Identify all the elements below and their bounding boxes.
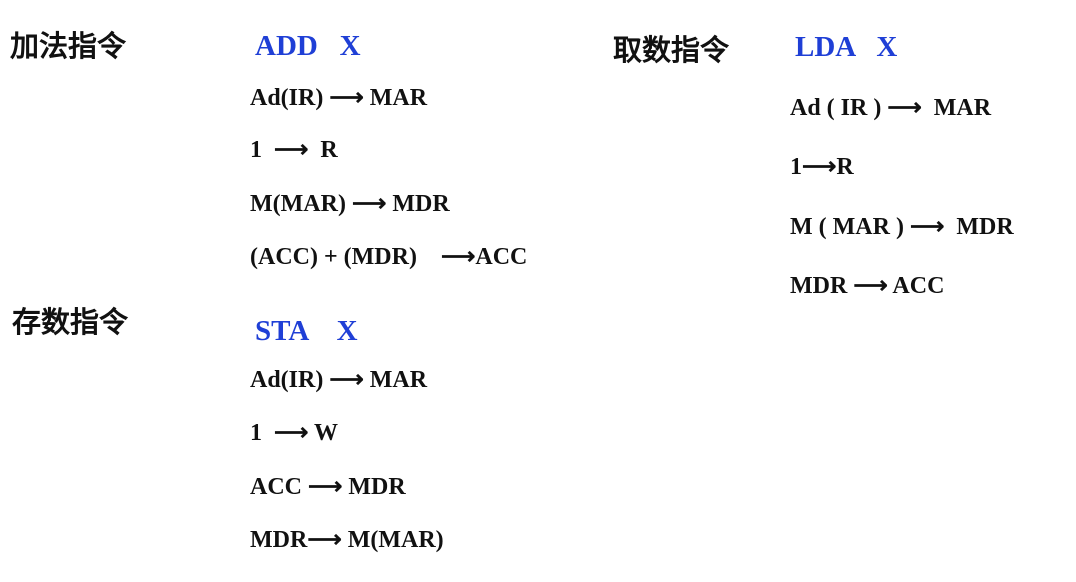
add-step-1: Ad(IR) ⟶ MAR — [250, 85, 428, 111]
sta-label: 存数指令 — [12, 305, 129, 339]
add-step-4: (ACC) + (MDR) ⟶ACC — [250, 244, 528, 270]
lda-label: 取数指令 — [613, 33, 730, 67]
lda-step-4: MDR ⟶ ACC — [790, 273, 945, 299]
add-instruction-title: ADD X — [255, 30, 361, 62]
lda-instruction-title: LDA X — [795, 31, 898, 63]
add-step-2: 1 ⟶ R — [250, 137, 338, 163]
add-label: 加法指令 — [10, 29, 127, 63]
lda-step-1: Ad ( IR ) ⟶ MAR — [790, 95, 992, 121]
add-step-3: M(MAR) ⟶ MDR — [250, 191, 450, 217]
sta-step-1: Ad(IR) ⟶ MAR — [250, 367, 428, 393]
sta-step-3: ACC ⟶ MDR — [250, 474, 406, 500]
sta-instruction-title: STA X — [255, 315, 358, 347]
lda-step-3: M ( MAR ) ⟶ MDR — [790, 214, 1014, 240]
lda-step-2: 1⟶R — [790, 154, 854, 180]
sta-step-4: MDR⟶ M(MAR) — [250, 527, 444, 553]
sta-step-2: 1 ⟶ W — [250, 420, 338, 446]
